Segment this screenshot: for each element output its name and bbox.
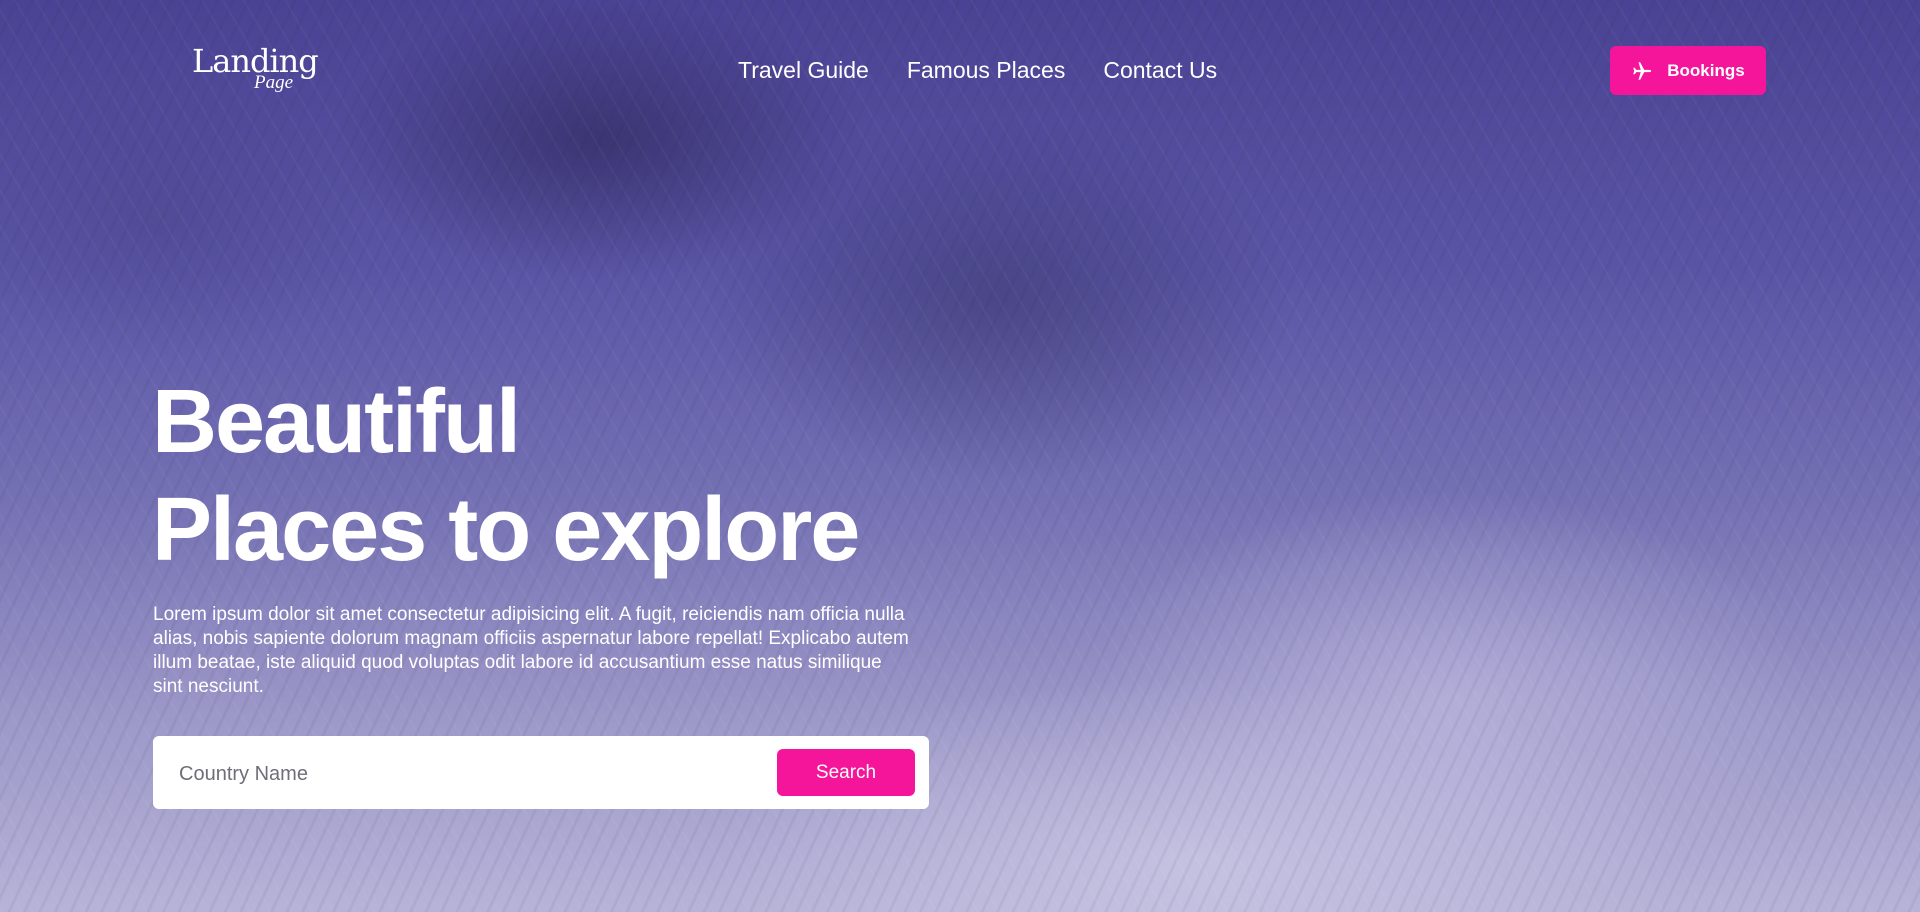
- logo[interactable]: Landing Page: [190, 42, 330, 102]
- hero-title: Beautiful Places to explore: [152, 368, 860, 584]
- landing-page: Landing Page Travel Guide Famous Places …: [0, 0, 1920, 912]
- hero-title-line-2: Places to explore: [152, 480, 860, 580]
- hero-title-line-1: Beautiful: [152, 372, 521, 472]
- nav-links: Travel Guide Famous Places Contact Us: [738, 57, 1217, 84]
- plane-icon: [1633, 61, 1652, 80]
- nav-link-contact-us[interactable]: Contact Us: [1103, 57, 1217, 84]
- search-button[interactable]: Search: [777, 749, 915, 796]
- nav-link-travel-guide[interactable]: Travel Guide: [738, 57, 869, 84]
- bookings-label: Bookings: [1667, 60, 1745, 80]
- country-search-input[interactable]: [177, 754, 761, 794]
- top-nav: Landing Page Travel Guide Famous Places …: [0, 0, 1920, 145]
- nav-link-famous-places[interactable]: Famous Places: [907, 57, 1066, 84]
- logo-sub-text: Page: [254, 72, 294, 93]
- hero-description: Lorem ipsum dolor sit amet consectetur a…: [153, 604, 909, 697]
- bookings-button[interactable]: Bookings: [1610, 46, 1766, 95]
- search-box: Search: [153, 736, 929, 809]
